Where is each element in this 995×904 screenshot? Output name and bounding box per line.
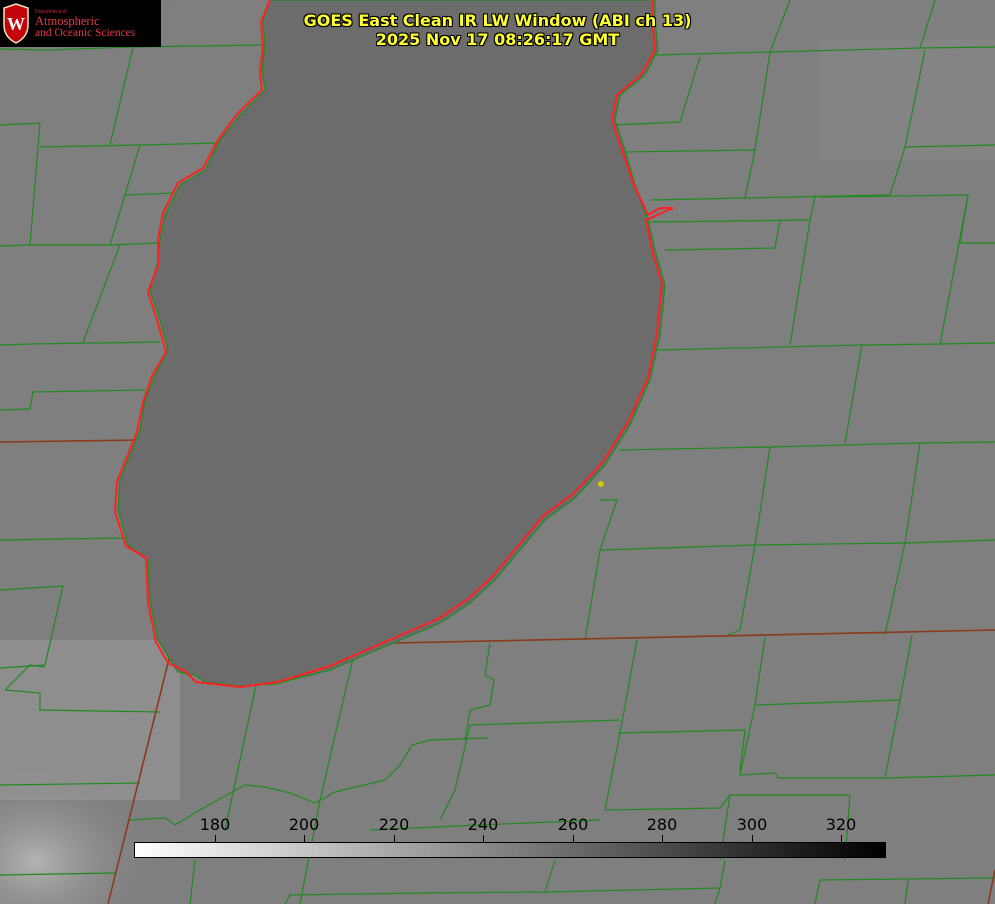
colorbar-tick-label: 280 xyxy=(646,815,678,834)
colorbar-tick-label: 260 xyxy=(557,815,589,834)
location-marker xyxy=(598,481,604,487)
colorbar-tick-label: 200 xyxy=(288,815,320,834)
colorbar-tick-mark xyxy=(752,835,753,842)
colorbar-tick-label: 220 xyxy=(378,815,410,834)
product-title: GOES East Clean IR LW Window (ABI ch 13) xyxy=(303,11,692,30)
colorbar-tick-label: 300 xyxy=(736,815,768,834)
colorbar-tick-label: 180 xyxy=(199,815,231,834)
colorbar-tick-label: 240 xyxy=(467,815,499,834)
colorbar-tick-mark xyxy=(662,835,663,842)
colorbar-tick-mark xyxy=(394,835,395,842)
colorbar-tick-mark xyxy=(215,835,216,842)
colorbar-tick-label: 320 xyxy=(825,815,857,834)
colorbar-tick-mark xyxy=(573,835,574,842)
temperature-colorbar xyxy=(134,842,886,858)
timestamp-title: 2025 Nov 17 08:26:17 GMT xyxy=(375,30,620,49)
satellite-map xyxy=(0,0,995,904)
colorbar-tick-mark xyxy=(304,835,305,842)
cloud-area-upper-right xyxy=(820,40,995,160)
colorbar-tick-mark xyxy=(841,835,842,842)
colorbar-tick-mark xyxy=(483,835,484,842)
